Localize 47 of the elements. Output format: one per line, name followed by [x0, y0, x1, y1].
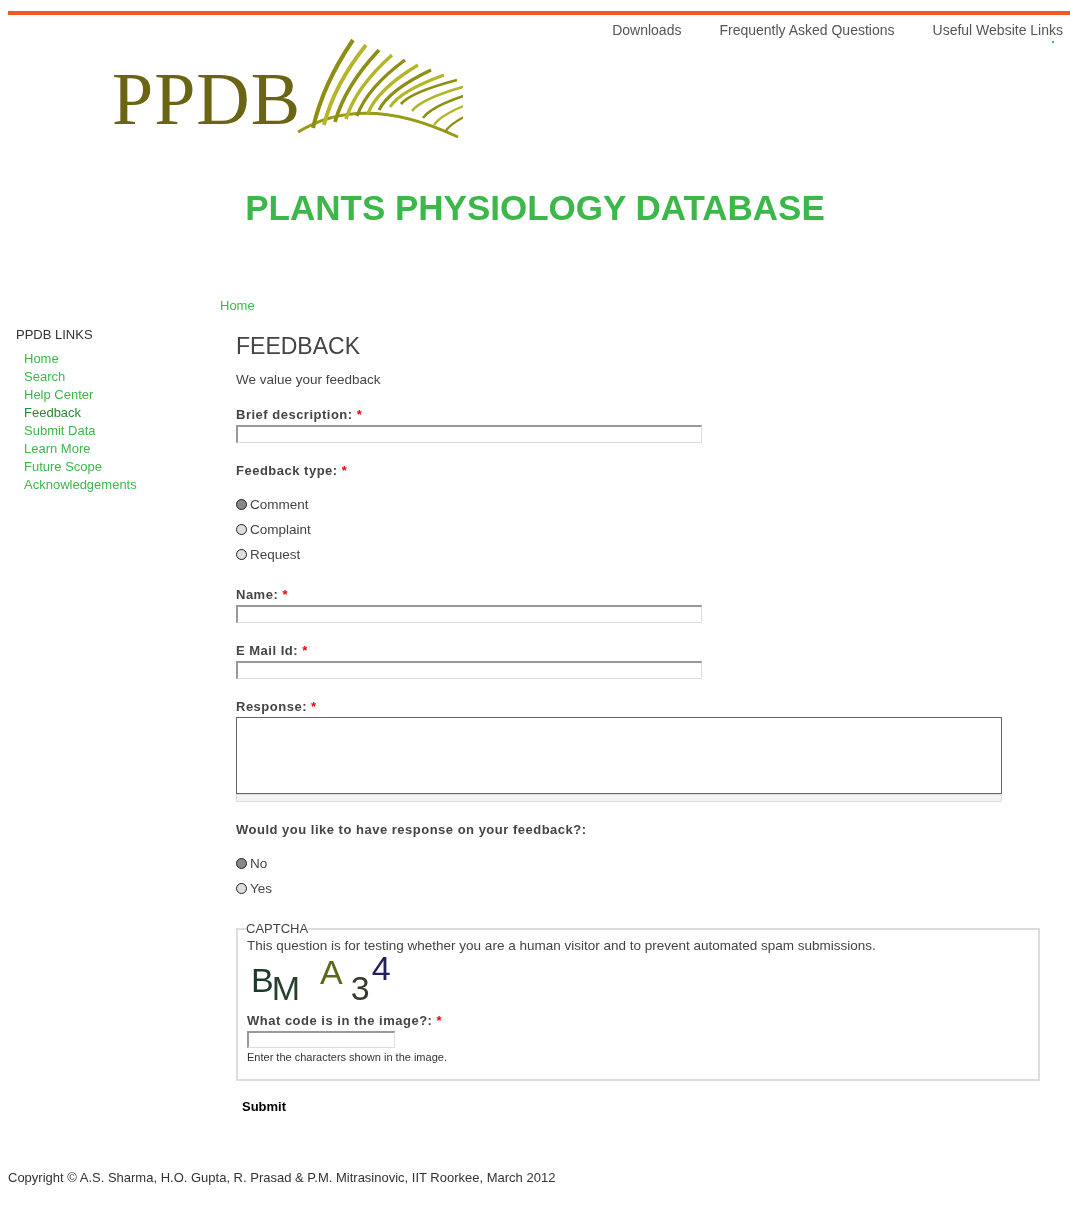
intro-text: We value your feedback	[236, 372, 382, 387]
required-mark: *	[311, 699, 317, 714]
radio-label[interactable]: Request	[250, 547, 301, 562]
field-label: E Mail Id: *	[236, 643, 309, 658]
hint-text: Enter the characters shown in the image.	[247, 1051, 448, 1063]
sidebar-link[interactable]: Feedback	[24, 404, 220, 422]
captcha-character: A	[320, 953, 343, 992]
top-nav-link[interactable]: Downloads	[612, 22, 682, 38]
required-mark: *	[341, 463, 348, 478]
response-textarea[interactable]	[236, 717, 1002, 794]
site-title: PLANTS PHYSIOLOGY DATABASE	[244, 188, 826, 228]
radio-button[interactable]	[236, 499, 247, 510]
text-input[interactable]	[236, 605, 702, 623]
captcha-legend: CAPTCHA	[246, 921, 309, 936]
submit-button[interactable]: Submit	[242, 1099, 287, 1114]
field-label: Feedback type: *	[236, 463, 349, 478]
sidebar-title: PPDB LINKS	[16, 327, 94, 342]
top-nav-link[interactable]: Useful Website Links	[932, 22, 1063, 38]
logo-text: PPDB	[112, 62, 302, 142]
radio-label[interactable]: Yes	[250, 881, 273, 896]
captcha-character: M	[271, 969, 300, 1008]
radio-button[interactable]	[236, 524, 247, 535]
resize-grip[interactable]	[236, 794, 1002, 802]
captcha-character: B	[251, 961, 274, 1000]
radio-button[interactable]	[236, 883, 247, 894]
required-mark: *	[356, 407, 363, 422]
copyright-text: Copyright © A.S. Sharma, H.O. Gupta, R. Prasad & P.M. Mitrasinovic, IIT Roorkee, March 2012	[8, 1170, 557, 1185]
required-mark: *	[436, 1013, 443, 1028]
required-mark: *	[302, 643, 308, 658]
top-nav-link[interactable]: Frequently Asked Questions	[719, 22, 895, 38]
field-label: What code is in the image?: *	[247, 1013, 444, 1028]
captcha-input[interactable]	[247, 1031, 395, 1048]
field-label: Response: *	[236, 699, 318, 714]
radio-label[interactable]: No	[250, 856, 268, 871]
radio-label[interactable]: Comment	[250, 497, 309, 512]
required-mark: *	[282, 587, 288, 602]
captcha-character: 3	[350, 969, 370, 1008]
field-label: Would you like to have response on your feedback?:	[236, 822, 588, 837]
radio-label[interactable]: Complaint	[250, 522, 311, 537]
field-label: Brief description: *	[236, 407, 364, 422]
field-label: Name: *	[236, 587, 289, 602]
dot-mark	[1052, 41, 1054, 43]
radio-button[interactable]	[236, 858, 247, 869]
page-title: FEEDBACK	[236, 333, 361, 360]
radio-button[interactable]	[236, 549, 247, 560]
text-input[interactable]	[236, 425, 702, 443]
text-input[interactable]	[236, 661, 702, 679]
